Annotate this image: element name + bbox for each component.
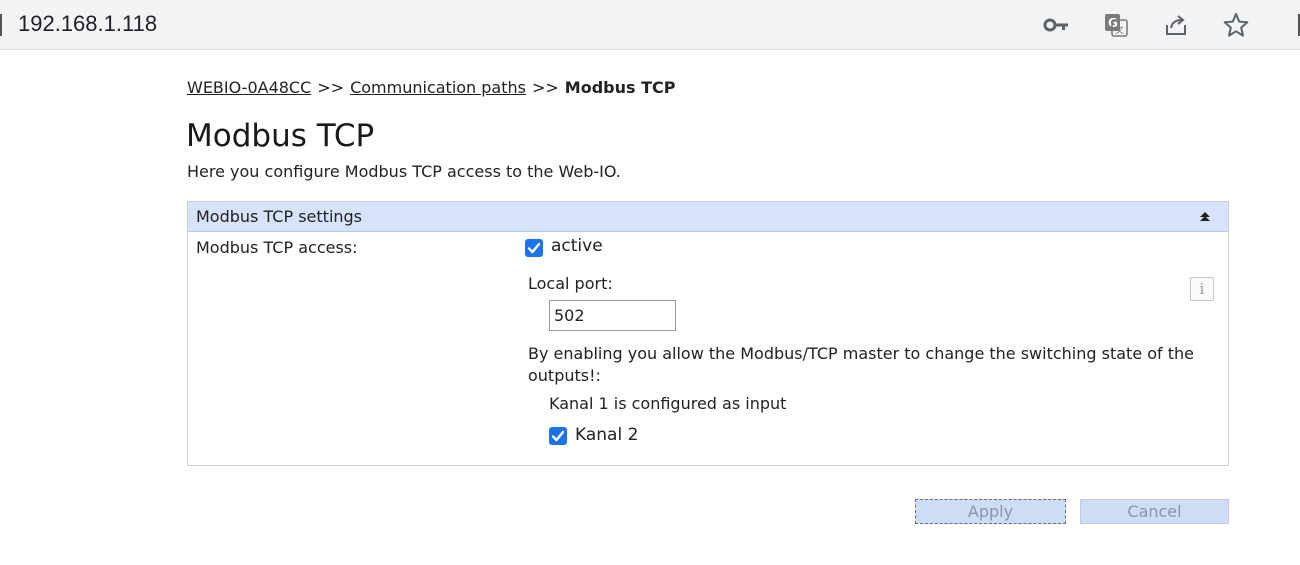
apply-button[interactable]: Apply bbox=[915, 499, 1066, 524]
local-port-label: Local port: bbox=[528, 274, 613, 293]
page-title: Modbus TCP bbox=[186, 118, 375, 154]
key-icon[interactable] bbox=[1042, 11, 1070, 39]
share-icon[interactable] bbox=[1162, 11, 1190, 39]
address-bar-left-edge bbox=[0, 14, 2, 36]
breadcrumb-current: Modbus TCP bbox=[564, 78, 676, 97]
checkmark-icon bbox=[527, 242, 541, 254]
panel-header[interactable]: Modbus TCP settings bbox=[188, 202, 1228, 232]
active-checkbox[interactable] bbox=[525, 239, 543, 257]
url-field[interactable]: 192.168.1.118 bbox=[18, 11, 157, 37]
breadcrumb-separator: >> bbox=[317, 78, 345, 97]
collapse-up-icon[interactable] bbox=[1198, 209, 1212, 225]
kanal2-label[interactable]: Kanal 2 bbox=[575, 425, 638, 445]
active-label[interactable]: active bbox=[551, 236, 603, 256]
breadcrumb: WEBIO-0A48CC >> Communication paths >> Modbu… bbox=[187, 78, 675, 97]
breadcrumb-root-link[interactable]: WEBIO-0A48CC bbox=[187, 78, 311, 97]
translate-icon[interactable]: G 文 bbox=[1102, 11, 1130, 39]
modbus-settings-panel: Modbus TCP settings Modbus TCP access: a… bbox=[187, 201, 1229, 466]
panel-title: Modbus TCP settings bbox=[196, 207, 363, 226]
checkmark-icon bbox=[551, 430, 565, 442]
kanal1-status: Kanal 1 is configured as input bbox=[549, 394, 787, 413]
star-icon[interactable] bbox=[1222, 11, 1250, 39]
info-icon[interactable]: i bbox=[1190, 277, 1214, 301]
modbus-access-label: Modbus TCP access: bbox=[196, 238, 358, 257]
browser-address-bar: 192.168.1.118 G 文 bbox=[0, 0, 1300, 50]
kanal2-checkbox[interactable] bbox=[549, 427, 567, 445]
local-port-input[interactable] bbox=[549, 300, 676, 331]
outputs-note: By enabling you allow the Modbus/TCP mas… bbox=[528, 344, 1195, 385]
cancel-button[interactable]: Cancel bbox=[1080, 499, 1229, 524]
svg-text:文: 文 bbox=[1115, 24, 1124, 36]
breadcrumb-separator: >> bbox=[531, 78, 559, 97]
breadcrumb-communication-paths-link[interactable]: Communication paths bbox=[350, 78, 526, 97]
page-description: Here you configure Modbus TCP access to … bbox=[187, 162, 621, 181]
